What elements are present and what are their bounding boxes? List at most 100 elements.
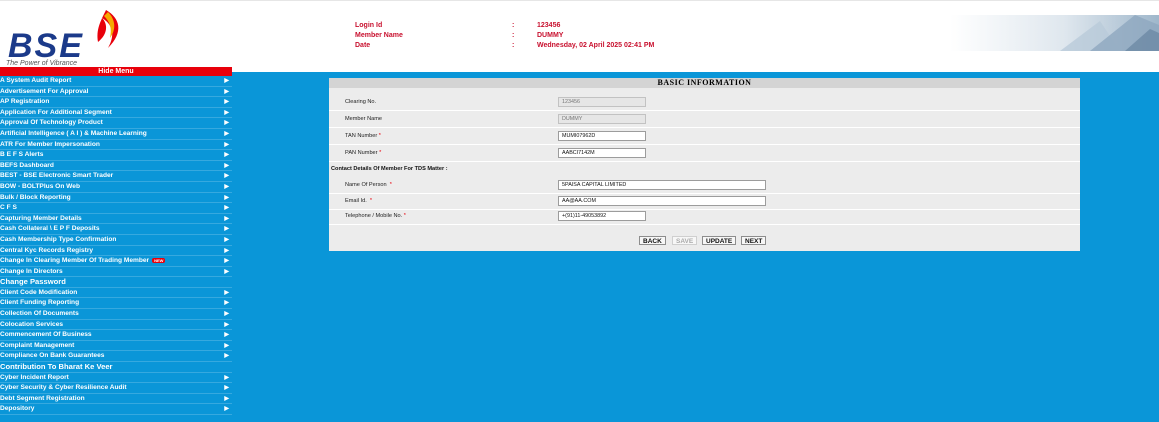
phone-label: Telephone / Mobile No. * xyxy=(345,213,406,219)
sidebar-item[interactable]: ATR For Member Impersonation ▶ xyxy=(0,140,232,151)
sidebar-item[interactable]: Debt Segment Registration ▶ xyxy=(0,394,232,405)
sidebar-item[interactable]: Colocation Services ▶ xyxy=(0,320,232,331)
sidebar-item-label: Client Code Modification xyxy=(0,288,78,296)
sidebar-item[interactable]: Capturing Member Details ▶ xyxy=(0,214,232,225)
sidebar-item[interactable]: BEFS Dashboard ▶ xyxy=(0,161,232,172)
tan-number-field[interactable] xyxy=(558,131,646,141)
sidebar-item[interactable]: B E F S Alerts ▶ xyxy=(0,150,232,161)
required-mark: * xyxy=(369,198,373,204)
sidebar-item-label: A System Audit Report xyxy=(0,77,72,84)
sidebar-item[interactable]: Change Password xyxy=(0,277,232,288)
save-button[interactable]: SAVE xyxy=(672,236,698,245)
person-name-label-text: Name Of Person xyxy=(345,182,387,188)
submenu-arrow-icon: ▶ xyxy=(224,109,229,116)
sidebar-item[interactable]: Bulk / Block Reporting ▶ xyxy=(0,193,232,204)
submenu-arrow-icon: ▶ xyxy=(224,353,229,360)
sidebar-item-label: Artificial Intelligence ( A I ) & Machin… xyxy=(0,129,147,137)
form-title: BASIC INFORMATION xyxy=(329,78,1080,88)
email-field[interactable] xyxy=(558,196,766,206)
sidebar-item-label: ATR For Member Impersonation xyxy=(0,140,100,148)
pan-number-label-text: PAN Number xyxy=(345,150,378,156)
basic-information-form: Clearing No. Member Name TAN Number * PA… xyxy=(329,88,1080,251)
sidebar-item[interactable]: Central Kyc Records Registry ▶ xyxy=(0,246,232,257)
submenu-arrow-icon: ▶ xyxy=(224,236,229,243)
submenu-arrow-icon: ▶ xyxy=(224,162,229,169)
sidebar-item[interactable]: Cyber Security & Cyber Resilience Audit ▶ xyxy=(0,383,232,394)
back-button[interactable]: BACK xyxy=(639,236,666,245)
phone-field[interactable] xyxy=(558,211,646,221)
sidebar-item[interactable]: Commencement Of Business ▶ xyxy=(0,330,232,341)
sidebar-item[interactable]: BEST - BSE Electronic Smart Trader ▶ xyxy=(0,171,232,182)
submenu-arrow-icon: ▶ xyxy=(224,385,229,392)
sidebar-item-label: Advertisement For Approval xyxy=(0,87,89,95)
contact-section-row: Contact Details Of Member For TDS Matter… xyxy=(329,163,1080,177)
submenu-arrow-icon: ▶ xyxy=(224,268,229,275)
member-name-value: DUMMY xyxy=(537,32,564,39)
sidebar-item-label: Colocation Services xyxy=(0,320,64,328)
sidebar-item[interactable]: C F S ▶ xyxy=(0,203,232,214)
colon-separator: : xyxy=(512,42,515,49)
update-button[interactable]: UPDATE xyxy=(702,236,737,245)
sidebar-item-label: Approval Of Technology Product xyxy=(0,119,103,127)
next-button[interactable]: NEXT xyxy=(741,236,767,245)
sidebar-item[interactable]: Compliance On Bank Guarantees ▶ xyxy=(0,351,232,363)
pan-number-label: PAN Number * xyxy=(345,150,381,156)
sidebar-item[interactable]: Application For Additional Segment ▶ xyxy=(0,108,232,119)
sidebar-item-label: Bulk / Block Reporting xyxy=(0,193,71,201)
sidebar-item[interactable]: A System Audit Report ▶ xyxy=(0,76,232,87)
sidebar-item-label: Cyber Security & Cyber Resilience Audit xyxy=(0,384,127,392)
pan-number-row: PAN Number * xyxy=(329,147,1080,162)
sidebar-item-label: Compliance On Bank Guarantees xyxy=(0,352,105,360)
submenu-arrow-icon: ▶ xyxy=(224,120,229,127)
sidebar-item[interactable]: Cash Collateral \ E P F Deposits ▶ xyxy=(0,224,232,235)
sidebar-item[interactable]: Collection Of Documents ▶ xyxy=(0,309,232,320)
submenu-arrow-icon: ▶ xyxy=(224,289,229,296)
login-id-label: Login Id xyxy=(355,22,383,29)
pan-number-field[interactable] xyxy=(558,148,646,158)
bse-logo[interactable]: BSE The Power of Vibrance xyxy=(2,5,142,67)
sidebar-item[interactable]: Client Code Modification ▶ xyxy=(0,288,232,299)
submenu-arrow-icon: ▶ xyxy=(224,374,229,381)
required-mark: * xyxy=(378,133,381,139)
sidebar-item[interactable]: Advertisement For Approval ▶ xyxy=(0,87,232,98)
flame-icon xyxy=(97,10,119,48)
submenu-arrow-icon: ▶ xyxy=(224,321,229,328)
header-info-values: 123456 DUMMY Wednesday, 02 April 2025 02… xyxy=(537,21,654,51)
sidebar-item[interactable]: BOW - BOLTPlus On Web ▶ xyxy=(0,182,232,193)
date-value: Wednesday, 02 April 2025 02:41 PM xyxy=(537,42,655,49)
main-top-strip xyxy=(232,67,1159,72)
submenu-arrow-icon: ▶ xyxy=(224,332,229,339)
sidebar-item-label: Change Password xyxy=(0,277,66,287)
sidebar-item[interactable]: Approval Of Technology Product ▶ xyxy=(0,118,232,129)
sidebar-item-label: Change In Directors xyxy=(0,267,63,275)
submenu-arrow-icon: ▶ xyxy=(224,247,229,254)
sidebar-item[interactable]: Cyber Incident Report ▶ xyxy=(0,373,232,384)
person-name-row: Name Of Person * xyxy=(329,179,1080,194)
sidebar-item[interactable]: Client Funding Reporting ▶ xyxy=(0,298,232,310)
page-header: BSE The Power of Vibrance Login Id Membe… xyxy=(0,0,1159,67)
sidebar-item[interactable]: Contribution To Bharat Ke Veer xyxy=(0,362,232,373)
submenu-arrow-icon: ▶ xyxy=(224,258,229,265)
submenu-arrow-icon: ▶ xyxy=(224,183,229,190)
sidebar-item[interactable]: Depository ▶ xyxy=(0,404,232,415)
hide-menu-button[interactable]: Hide Menu xyxy=(0,67,232,76)
sidebar-item[interactable]: Change In Directors ▶ xyxy=(0,267,232,278)
submenu-arrow-icon: ▶ xyxy=(224,300,229,307)
sidebar-item[interactable]: Change In Clearing Member Of Trading Mem… xyxy=(0,256,232,267)
sidebar-item-label: BOW - BOLTPlus On Web xyxy=(0,182,80,190)
sidebar-item-label: Cash Collateral \ E P F Deposits xyxy=(0,225,100,233)
header-info-colons: : : : xyxy=(512,21,514,51)
login-id-value: 123456 xyxy=(537,22,561,29)
tan-number-label-text: TAN Number xyxy=(345,133,378,139)
sidebar-item[interactable]: Artificial Intelligence ( A I ) & Machin… xyxy=(0,129,232,140)
sidebar-item[interactable]: AP Registration ▶ xyxy=(0,97,232,108)
sidebar-item[interactable]: Complaint Management ▶ xyxy=(0,341,232,352)
sidebar-item[interactable]: Cash Membership Type Confirmation ▶ xyxy=(0,235,232,246)
logo-tagline: The Power of Vibrance xyxy=(6,60,78,67)
submenu-arrow-icon: ▶ xyxy=(224,342,229,349)
phone-label-text: Telephone / Mobile No. xyxy=(345,213,403,219)
submenu-arrow-icon: ▶ xyxy=(224,88,229,95)
submenu-arrow-icon: ▶ xyxy=(224,215,229,222)
person-name-field[interactable] xyxy=(558,180,766,190)
tan-number-label: TAN Number * xyxy=(345,133,381,139)
